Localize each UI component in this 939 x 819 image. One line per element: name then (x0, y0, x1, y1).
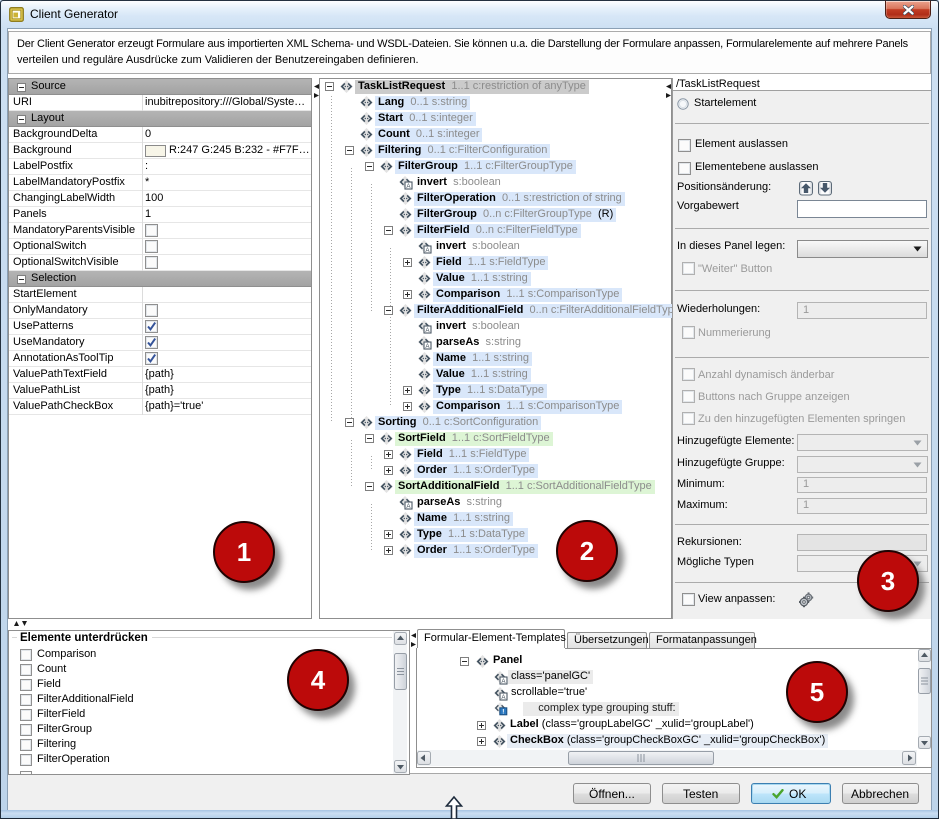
svg-text:!: ! (502, 709, 504, 716)
